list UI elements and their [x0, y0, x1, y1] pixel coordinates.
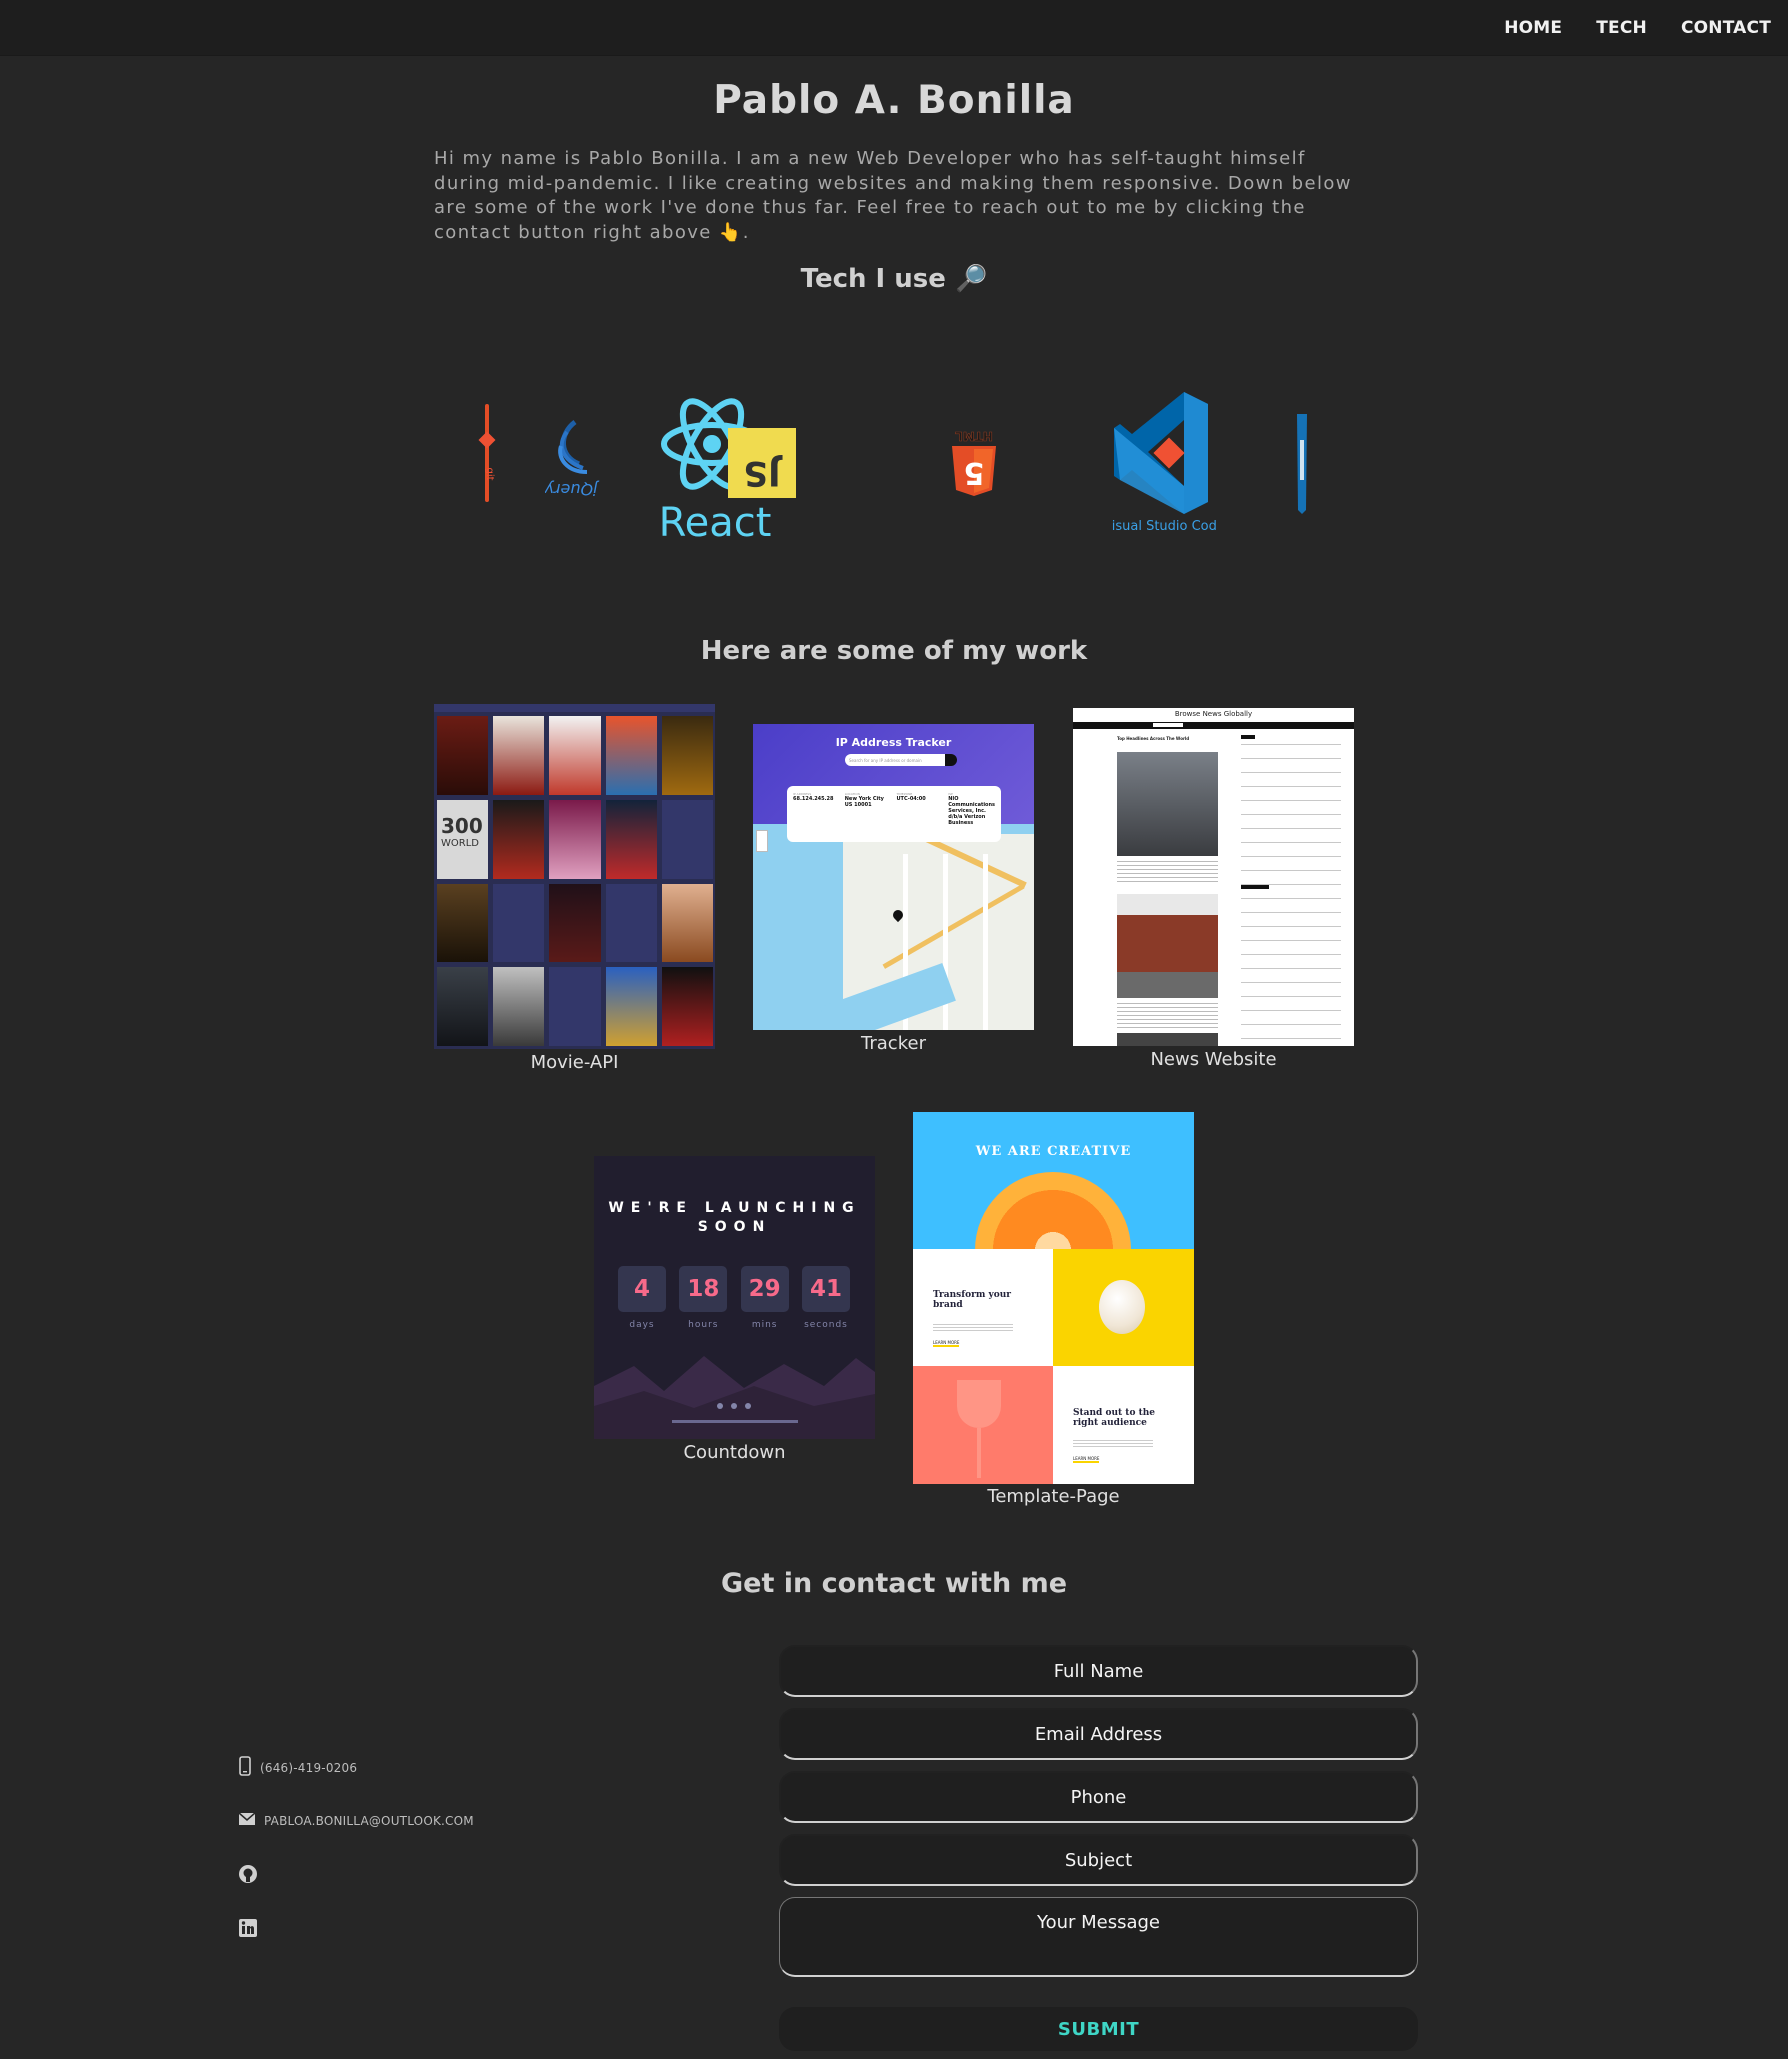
contact-phone-text: (646)-419-0206	[260, 1760, 358, 1775]
countdown-hours: 18	[679, 1266, 728, 1312]
github-icon	[238, 1864, 258, 1887]
countdown-seconds-label: seconds	[804, 1320, 848, 1330]
phone-field[interactable]	[779, 1771, 1418, 1823]
movie-api-screenshot[interactable]: 300 WORLD	[434, 704, 715, 1049]
tracker-location: New York City US 10001	[844, 796, 884, 808]
work-section-title: Here are some of my work	[700, 636, 1088, 666]
html5-icon: HTML 5	[950, 428, 998, 498]
countdown-seconds: 41	[801, 1266, 850, 1312]
linkedin-link[interactable]	[238, 1918, 258, 1941]
contact-email-text: PABLOA.BONILLA@OUTLOOK.COM	[264, 1813, 474, 1828]
countdown-mins-label: mins	[751, 1320, 778, 1330]
submit-button[interactable]: SUBMIT	[779, 2007, 1418, 2051]
news-website-screenshot[interactable]: Browse News Globally Top Headlines Acros…	[1073, 708, 1354, 1046]
message-field[interactable]	[779, 1897, 1418, 1977]
tracker-title: IP Address Tracker	[835, 736, 952, 749]
phone-icon	[238, 1756, 252, 1779]
tracker-isp: NIO Communications Services, Inc. d/b/a …	[948, 796, 996, 826]
movie-poster-word: WORLD	[441, 837, 479, 849]
subject-field[interactable]	[779, 1834, 1418, 1886]
vscode-icon: Visual Studio Code	[1103, 390, 1225, 534]
envelope-icon	[238, 1812, 256, 1829]
countdown-screenshot[interactable]: WE'RE LAUNCHING SOON 4 days 18 hours 29 …	[594, 1156, 875, 1439]
tracker-timezone: UTC-04:00	[896, 796, 926, 802]
page-title: Pablo A. Bonilla	[713, 78, 1075, 123]
email-field[interactable]	[779, 1708, 1418, 1760]
countdown-caption: Countdown	[683, 1442, 786, 1463]
nav-tech-link[interactable]: TECH	[1596, 18, 1647, 38]
nav-home-link[interactable]: HOME	[1504, 18, 1562, 38]
countdown-days-label: days	[629, 1320, 655, 1330]
github-link[interactable]	[238, 1864, 258, 1887]
countdown-days: 4	[618, 1266, 666, 1312]
project-card-countdown[interactable]: WE'RE LAUNCHING SOON 4 days 18 hours 29 …	[594, 1156, 875, 1466]
html5-label: HTML	[955, 429, 993, 443]
js-icon: JS	[728, 428, 796, 498]
project-card-tracker[interactable]: IP Address Tracker Search for any IP add…	[753, 724, 1034, 1054]
template-block2-title: Stand out to the right audience	[1073, 1408, 1156, 1428]
tracker-ip: 68.124.245.28	[793, 796, 834, 802]
jquery-icon: jQuery	[544, 420, 600, 502]
template-page-screenshot[interactable]: WE ARE CREATIVE Transform your brand LEA…	[913, 1112, 1194, 1484]
movie-poster-300: 300	[441, 813, 483, 838]
js-label: JS	[743, 453, 782, 493]
template-page-caption: Template-Page	[987, 1486, 1120, 1507]
jquery-label: jQuery	[545, 480, 600, 499]
vscode-label: Visual Studio Code	[1112, 519, 1216, 534]
tech-section-title: Tech I use 🔎	[800, 264, 988, 294]
contact-section-title: Get in contact with me	[720, 1568, 1068, 1599]
project-card-template-page[interactable]: WE ARE CREATIVE Transform your brand LEA…	[913, 1112, 1194, 1510]
html5-number: 5	[964, 455, 985, 490]
tracker-caption: Tracker	[861, 1033, 926, 1054]
contact-email[interactable]: PABLOA.BONILLA@OUTLOOK.COM	[238, 1812, 474, 1829]
project-card-movie-api[interactable]: 300 WORLD Movie-API	[434, 704, 715, 1074]
tracker-screenshot[interactable]: IP Address Tracker Search for any IP add…	[753, 724, 1034, 1030]
linkedin-icon	[238, 1918, 258, 1941]
contact-phone[interactable]: (646)-419-0206	[238, 1756, 357, 1779]
project-card-news-website[interactable]: Browse News Globally Top Headlines Acros…	[1073, 708, 1354, 1070]
react-label: React	[660, 500, 771, 542]
top-navbar: HOME TECH CONTACT	[0, 0, 1788, 56]
countdown-mins: 29	[740, 1266, 789, 1312]
template-learn-more-1: LEARN MORE	[933, 1340, 960, 1347]
news-website-caption: News Website	[1150, 1049, 1277, 1070]
countdown-title-line2: SOON	[697, 1219, 772, 1235]
countdown-hours-label: hours	[688, 1320, 719, 1330]
movie-api-caption: Movie-API	[530, 1052, 619, 1073]
template-block1-title: Transform your brand	[933, 1290, 1012, 1310]
css3-icon	[1296, 410, 1308, 516]
main-nav: HOME TECH CONTACT	[1504, 0, 1771, 56]
git-label: git	[484, 467, 495, 480]
countdown-title-line1: WE'RE LAUNCHING	[608, 1200, 861, 1216]
tracker-search: Search for any IP address or domain	[849, 758, 922, 763]
intro-paragraph: Hi my name is Pablo Bonilla. I am a new …	[434, 148, 1352, 243]
full-name-field[interactable]	[779, 1645, 1418, 1697]
template-hero: WE ARE CREATIVE	[975, 1144, 1132, 1159]
git-icon: git	[478, 404, 496, 502]
news-title: Browse News Globally	[1174, 710, 1253, 718]
nav-contact-link[interactable]: CONTACT	[1681, 18, 1771, 38]
countdown-mountains	[594, 1356, 875, 1439]
news-headline: Top Headlines Across The World	[1117, 736, 1190, 741]
template-learn-more-2: LEARN MORE	[1073, 1456, 1100, 1463]
